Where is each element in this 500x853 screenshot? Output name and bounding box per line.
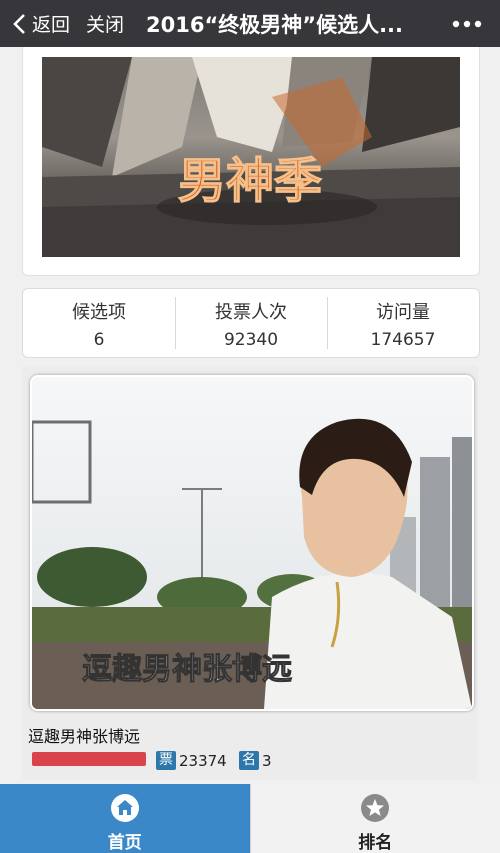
stat-label: 候选项 [72,302,126,323]
page-title: 2016“终极男神”候选人... [146,12,404,37]
close-button[interactable]: 关闭 [86,10,124,37]
banner-image: 男神季 [42,57,460,257]
more-dots-icon[interactable] [452,14,482,34]
top-nav-bar: 返回 关闭 2016“终极男神”候选人... [0,0,500,47]
photo-caption: 逗趣男神张博远 [82,652,292,687]
banner-title-text: 男神季 [177,152,322,209]
svg-text:男神季: 男神季 [178,153,322,209]
stat-value: 92340 [223,330,279,350]
votes-badge: 票 [156,751,176,770]
stat-value: 174657 [370,330,436,350]
banner-card: 男神季 [22,47,480,276]
votes-value: 23374 [179,751,227,770]
stat-label: 访问量 [376,302,430,323]
vote-progress-bar [32,752,146,766]
chevron-left-icon [13,13,25,34]
tab-ranking[interactable]: 排名 [249,784,500,853]
tab-ranking-label: 排名 [358,833,393,853]
bottom-tab-bar: 首页 排名 [0,784,500,853]
rank-badge: 名 [239,751,259,770]
back-label: 返回 [32,14,71,36]
stat-label: 投票人次 [215,302,287,323]
vote-count: 票 23374 [156,751,227,770]
tab-home-label: 首页 [107,833,142,853]
back-button[interactable]: 返回 [10,10,70,37]
rank-value: 3 [262,751,272,770]
stat-visits: 访问量 174657 [327,289,479,357]
stats-panel: 候选项 6 投票人次 92340 访问量 174657 [22,288,480,358]
stat-votes: 投票人次 92340 [175,289,327,357]
home-icon [110,794,139,822]
stat-value: 6 [93,330,105,350]
tab-home[interactable]: 首页 [0,784,250,853]
rank-info: 名 3 [239,751,272,770]
star-icon [361,794,390,822]
candidate-name: 逗趣男神张博远 [28,727,141,746]
candidate-card[interactable]: 逗趣男神张博远 逗趣男神张博远 票 23374 名 3 [22,366,478,780]
stat-candidates: 候选项 6 [23,289,175,357]
candidate-photo[interactable]: 逗趣男神张博远 [30,375,474,711]
